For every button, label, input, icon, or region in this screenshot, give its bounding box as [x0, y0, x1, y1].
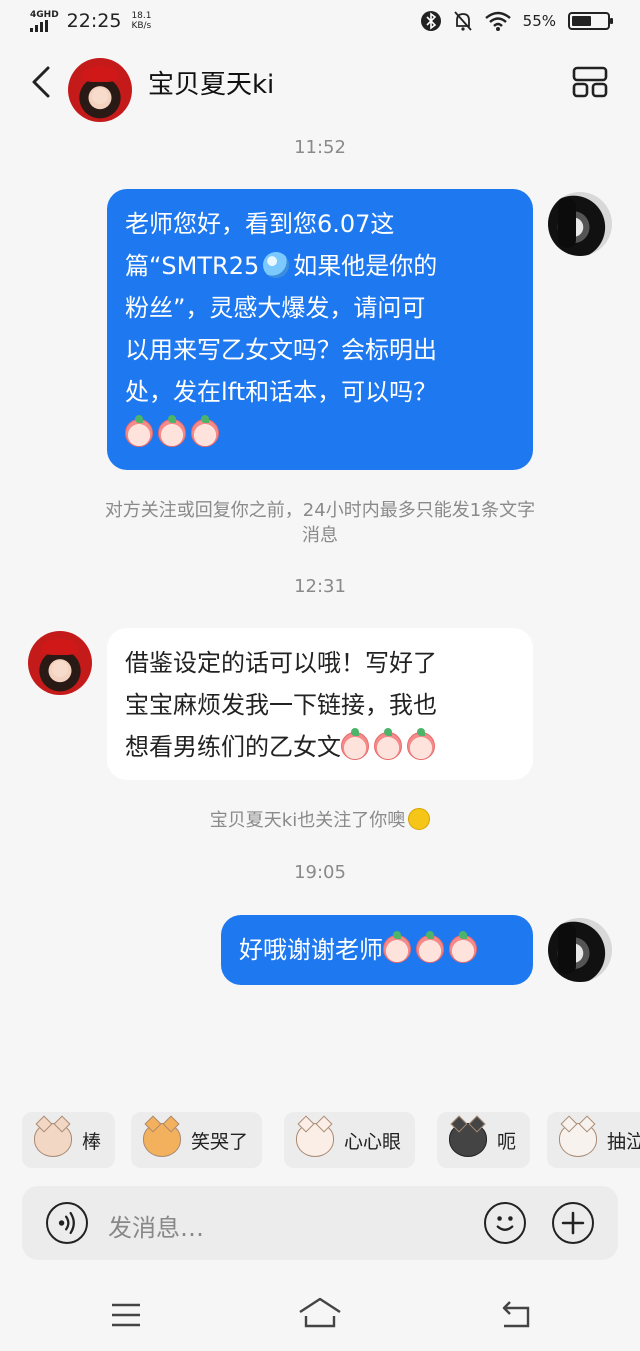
outgoing-message[interactable]: 老师您好，看到您6.07这 篇“SMTR25 如果他是你的 粉丝”，灵感大爆发，请… [107, 189, 533, 470]
network-indicator: 4GHD [30, 9, 59, 32]
follow-notice: 宝贝夏天ki也关注了你噢 [60, 808, 580, 833]
sticker-chip[interactable]: 呃 [437, 1112, 531, 1168]
sticker-chip[interactable]: 棒 [22, 1112, 116, 1168]
message-input-bar: 发消息… [22, 1186, 618, 1260]
blushing-face-emoji-icon [416, 931, 444, 963]
blushing-face-emoji-icon [407, 728, 435, 760]
network-hd: HD [43, 9, 59, 20]
message-line: 粉丝”，灵感大爆发，请问可 [125, 294, 426, 322]
battery-percent: 55% [522, 12, 556, 30]
sticker-label: 心心眼 [344, 1130, 402, 1153]
contact-name: 宝贝夏天ki [148, 70, 275, 100]
network-type: 4G [30, 9, 44, 20]
network-speed: 18.1 KB/s [131, 11, 151, 31]
sticker-label: 呃 [497, 1130, 517, 1153]
message-fragment: 篇“SMTR25 [125, 252, 260, 280]
network-speed-unit: KB/s [131, 21, 152, 31]
timestamp: 19:05 [294, 862, 346, 883]
message-fragment: 想看男练们的乙女文 [125, 733, 341, 761]
message-line: 篇“SMTR25 如果他是你的 [125, 245, 515, 287]
cat-sobbing-sticker-icon [559, 1123, 597, 1157]
home-nav-icon[interactable] [298, 1296, 342, 1330]
sticker-chip[interactable]: 笑哭了 [131, 1112, 263, 1168]
message-line: 以用来写乙女文吗？会标明出 [125, 336, 437, 364]
status-left: 4GHD 22:25 18.1 KB/s [30, 10, 151, 32]
more-options-icon[interactable] [572, 66, 608, 98]
cat-speechless-sticker-icon [449, 1123, 487, 1157]
message-fragment: 如果他是你的 [293, 252, 438, 280]
message-line: 借鉴设定的话可以哦！写好了 [125, 649, 437, 677]
message-input[interactable]: 发消息… [108, 1208, 204, 1243]
battery-icon [568, 12, 613, 30]
incoming-message[interactable]: 借鉴设定的话可以哦！写好了 宝宝麻烦发我一下链接，我也 想看男练们的乙女文 [107, 628, 533, 780]
pleading-face-emoji-icon [125, 415, 153, 447]
wifi-icon [484, 11, 511, 31]
cat-thumbs-up-sticker-icon [34, 1123, 72, 1157]
system-notice-line: 对方关注或回复你之前，24小时内最多只能发1条文字 [104, 500, 536, 521]
message-line: 宝宝麻烦发我一下链接，我也 [125, 691, 437, 719]
status-right: 55% [420, 10, 613, 32]
wink-emoji-icon [408, 808, 431, 830]
cat-laughing-crying-sticker-icon [143, 1123, 181, 1157]
emoji-row [125, 413, 515, 455]
voice-input-icon[interactable] [46, 1202, 88, 1244]
my-avatar[interactable] [548, 192, 612, 256]
sticker-chip[interactable]: 抽泣 [547, 1112, 640, 1168]
system-notice-line: 消息 [302, 525, 338, 546]
signal-icon [30, 19, 59, 32]
blushing-face-emoji-icon [341, 728, 369, 760]
contact-message-avatar[interactable] [28, 631, 92, 695]
sticker-chip[interactable]: 心心眼 [284, 1112, 416, 1168]
bluetooth-icon [420, 11, 441, 31]
emoji-picker-icon[interactable] [484, 1202, 526, 1244]
network-speed-value: 18.1 [131, 11, 152, 21]
sticker-label: 棒 [82, 1130, 102, 1153]
sticker-label: 抽泣 [607, 1130, 640, 1153]
mute-bell-icon [453, 11, 472, 31]
outgoing-message[interactable]: 好哦谢谢老师 [221, 915, 533, 985]
blushing-face-emoji-icon [449, 931, 477, 963]
pleading-face-emoji-icon [191, 415, 219, 447]
timestamp: 12:31 [294, 576, 346, 597]
blushing-face-emoji-icon [383, 931, 411, 963]
timestamp: 11:52 [294, 137, 346, 158]
follow-notice-text: 宝贝夏天ki也关注了你噢 [209, 810, 406, 831]
message-text: 好哦谢谢老师 [239, 936, 383, 964]
my-avatar[interactable] [548, 918, 612, 982]
system-notice: 对方关注或回复你之前，24小时内最多只能发1条文字 消息 [60, 498, 580, 548]
message-line: 想看男练们的乙女文 [125, 726, 515, 768]
sticker-label: 笑哭了 [191, 1130, 249, 1153]
status-bar: 4GHD 22:25 18.1 KB/s 55% [0, 0, 640, 42]
contact-avatar[interactable] [68, 58, 132, 122]
status-time: 22:25 [66, 10, 122, 32]
pleading-face-emoji-icon [158, 415, 186, 447]
message-line: 老师您好，看到您6.07这 [125, 210, 395, 238]
crystal-ball-emoji-icon [263, 252, 290, 278]
menu-nav-icon[interactable] [110, 1302, 142, 1328]
back-nav-icon[interactable] [498, 1298, 532, 1330]
sticker-suggestions: 棒 笑哭了 心心眼 呃 抽泣 [0, 1112, 640, 1170]
message-line: 处，发在lft和话本，可以吗？ [125, 378, 438, 406]
system-navigation-bar [0, 1280, 640, 1351]
plus-more-icon[interactable] [552, 1202, 594, 1244]
cat-heart-eyes-sticker-icon [296, 1123, 334, 1157]
blushing-face-emoji-icon [374, 728, 402, 760]
back-arrow-icon[interactable] [28, 64, 60, 100]
chat-header: 宝贝夏天ki [0, 42, 640, 122]
